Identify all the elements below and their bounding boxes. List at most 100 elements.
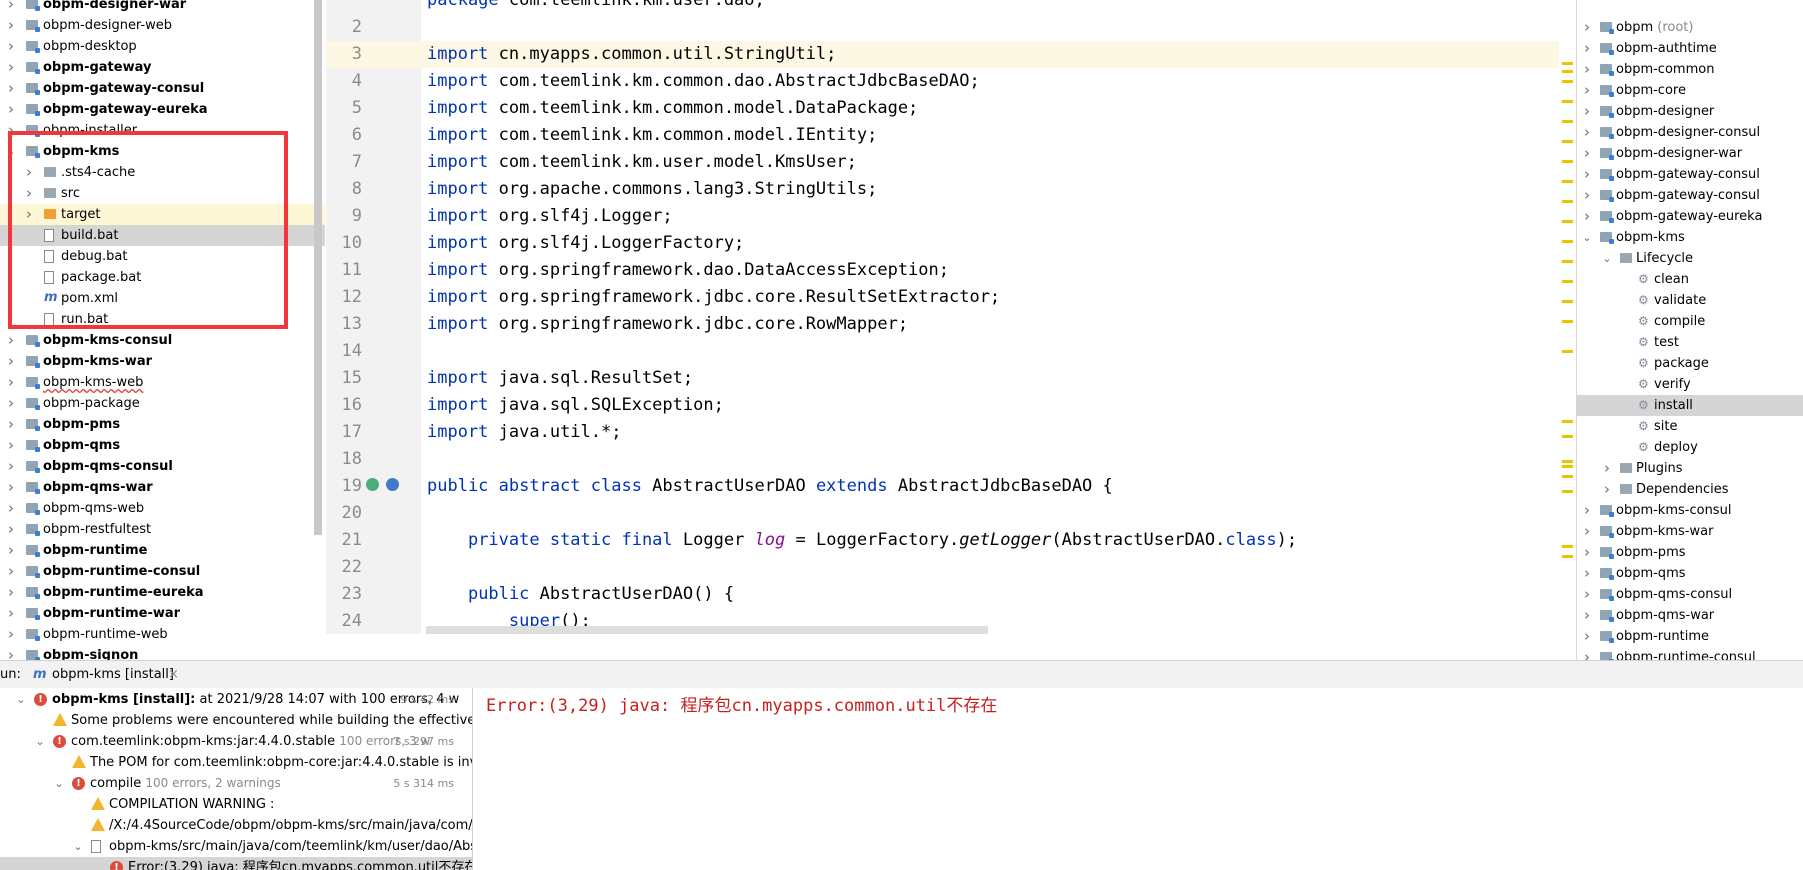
chevron-right-icon[interactable]: ›: [6, 99, 16, 120]
chevron-right-icon[interactable]: ›: [6, 0, 16, 15]
code-line[interactable]: 15 import java.sql.ResultSet;: [326, 365, 1567, 392]
chevron-right-icon[interactable]: ›: [1582, 59, 1592, 80]
tree-item[interactable]: › obpm-designer-web: [0, 15, 325, 36]
tree-item[interactable]: › obpm-kms-web: [0, 372, 325, 393]
chevron-right-icon[interactable]: ›: [6, 351, 16, 372]
maven-tree-item[interactable]: › Plugins: [1576, 458, 1803, 479]
tree-item[interactable]: › obpm-kms-war: [0, 351, 325, 372]
chevron-down-icon[interactable]: ⌄: [16, 689, 26, 710]
chevron-right-icon[interactable]: ›: [1582, 584, 1592, 605]
build-output-item[interactable]: ⌄! obpm-kms [install]: at 2021/9/28 14:07…: [0, 689, 472, 710]
maven-tree-item[interactable]: › obpm-qms-consul: [1576, 584, 1803, 605]
warning-stripe-mark[interactable]: [1562, 545, 1573, 548]
build-output-item[interactable]: The POM for com.teemlink:obpm-core:jar:4…: [0, 752, 472, 773]
maven-tree-item[interactable]: › Dependencies: [1576, 479, 1803, 500]
chevron-right-icon[interactable]: ›: [6, 414, 16, 435]
editor-horizontal-scrollbar[interactable]: [426, 626, 988, 634]
chevron-right-icon[interactable]: ›: [6, 582, 16, 603]
code-line[interactable]: 14: [326, 338, 1567, 365]
chevron-down-icon[interactable]: ⌄: [1582, 227, 1592, 248]
tree-item[interactable]: › obpm-restfultest: [0, 519, 325, 540]
warning-stripe-mark[interactable]: [1562, 420, 1573, 423]
maven-tree-item[interactable]: › obpm-kms-consul: [1576, 500, 1803, 521]
maven-goal[interactable]: ⚙ validate: [1576, 290, 1803, 311]
warning-stripe-mark[interactable]: [1562, 80, 1573, 83]
maven-goal[interactable]: ⚙ test: [1576, 332, 1803, 353]
warning-stripe-mark[interactable]: [1562, 240, 1573, 243]
code-line[interactable]: 18: [326, 446, 1567, 473]
chevron-right-icon[interactable]: ›: [6, 519, 16, 540]
tree-item[interactable]: › obpm-package: [0, 393, 325, 414]
maven-tree-item[interactable]: › obpm-kms-war: [1576, 521, 1803, 542]
chevron-right-icon[interactable]: ›: [1582, 101, 1592, 122]
maven-tree-item[interactable]: › obpm-authtime: [1576, 38, 1803, 59]
code-line[interactable]: package com.teemlink.km.user.dao;: [326, 0, 1567, 14]
maven-goal[interactable]: ⚙ compile: [1576, 311, 1803, 332]
warning-stripe-mark[interactable]: [1562, 475, 1573, 478]
tree-item[interactable]: › obpm-qms-web: [0, 498, 325, 519]
run-tab-obpm-kms-install[interactable]: obpm-kms [install]: [52, 661, 174, 688]
code-line[interactable]: 19 public abstract class AbstractUserDAO …: [326, 473, 1567, 500]
warning-stripe-mark[interactable]: [1562, 140, 1573, 143]
tree-item[interactable]: › obpm-pms: [0, 414, 325, 435]
chevron-right-icon[interactable]: ›: [1602, 458, 1612, 479]
chevron-right-icon[interactable]: ›: [1582, 563, 1592, 584]
tree-item[interactable]: › obpm-runtime-eureka: [0, 582, 325, 603]
chevron-right-icon[interactable]: ›: [6, 624, 16, 645]
chevron-right-icon[interactable]: ›: [1582, 80, 1592, 101]
chevron-right-icon[interactable]: ›: [1582, 185, 1592, 206]
warning-stripe-mark[interactable]: [1562, 70, 1573, 73]
tree-item[interactable]: › obpm-gateway-consul: [0, 78, 325, 99]
chevron-down-icon[interactable]: ⌄: [35, 731, 45, 752]
chevron-right-icon[interactable]: ›: [1602, 479, 1612, 500]
tree-item[interactable]: › obpm-qms: [0, 435, 325, 456]
code-line[interactable]: 2: [326, 14, 1567, 41]
chevron-right-icon[interactable]: ›: [1582, 143, 1592, 164]
chevron-right-icon[interactable]: ›: [1582, 626, 1592, 647]
maven-tree-item[interactable]: › obpm-runtime: [1576, 626, 1803, 647]
build-output-item[interactable]: ⌄! com.teemlink:obpm-kms:jar:4.4.0.stable…: [0, 731, 472, 752]
chevron-right-icon[interactable]: ›: [1582, 521, 1592, 542]
maven-goal[interactable]: ⚙ clean: [1576, 269, 1803, 290]
code-line[interactable]: 3 import cn.myapps.common.util.StringUtil…: [326, 41, 1567, 68]
warning-stripe-mark[interactable]: [1562, 350, 1573, 353]
warning-stripe-mark[interactable]: [1562, 300, 1573, 303]
close-tab-icon[interactable]: ×: [168, 661, 179, 688]
chevron-right-icon[interactable]: ›: [6, 435, 16, 456]
maven-tree-item[interactable]: › obpm-designer: [1576, 101, 1803, 122]
warning-stripe-mark[interactable]: [1562, 320, 1573, 323]
code-line[interactable]: 7 import com.teemlink.km.user.model.KmsUs…: [326, 149, 1567, 176]
warning-stripe-mark[interactable]: [1562, 160, 1573, 163]
code-line[interactable]: 23 public AbstractUserDAO() {: [326, 581, 1567, 608]
maven-tree-item[interactable]: › obpm-qms-war: [1576, 605, 1803, 626]
warning-stripe-mark[interactable]: [1562, 200, 1573, 203]
chevron-right-icon[interactable]: ›: [6, 561, 16, 582]
code-line[interactable]: 21 private static final Logger log = Log…: [326, 527, 1567, 554]
code-line[interactable]: 13 import org.springframework.jdbc.core.R…: [326, 311, 1567, 338]
maven-tree-item[interactable]: › obpm-core: [1576, 80, 1803, 101]
maven-tree-item[interactable]: ⌄ Lifecycle: [1576, 248, 1803, 269]
build-output-item[interactable]: ⌄ obpm-kms/src/main/java/com/teemlink/km/…: [0, 836, 472, 857]
chevron-right-icon[interactable]: ›: [1582, 164, 1592, 185]
chevron-right-icon[interactable]: ›: [6, 456, 16, 477]
chevron-down-icon[interactable]: ⌄: [54, 773, 64, 794]
maven-tree-item[interactable]: › obpm-pms: [1576, 542, 1803, 563]
chevron-right-icon[interactable]: ›: [6, 372, 16, 393]
tree-item[interactable]: › obpm-runtime-war: [0, 603, 325, 624]
maven-tree-item[interactable]: › obpm-common: [1576, 59, 1803, 80]
code-line[interactable]: 10 import org.slf4j.LoggerFactory;: [326, 230, 1567, 257]
maven-goal[interactable]: ⚙ verify: [1576, 374, 1803, 395]
maven-tree-item[interactable]: ⌄ obpm-kms: [1576, 227, 1803, 248]
overridden-icon[interactable]: [386, 478, 399, 491]
build-output-item[interactable]: Some problems were encountered while bui…: [0, 710, 472, 731]
build-output-item[interactable]: /X:/4.4SourceCode/obpm/obpm-kms/src/main…: [0, 815, 472, 836]
tree-item[interactable]: › obpm-runtime: [0, 540, 325, 561]
chevron-right-icon[interactable]: ›: [1582, 38, 1592, 59]
warning-stripe-mark[interactable]: [1562, 62, 1573, 65]
tree-item[interactable]: › obpm-runtime-web: [0, 624, 325, 645]
warning-stripe-mark[interactable]: [1562, 555, 1573, 558]
chevron-right-icon[interactable]: ›: [6, 78, 16, 99]
warning-stripe-mark[interactable]: [1562, 180, 1573, 183]
project-tree-scrollbar[interactable]: [314, 0, 322, 535]
code-line[interactable]: 12 import org.springframework.jdbc.core.R…: [326, 284, 1567, 311]
